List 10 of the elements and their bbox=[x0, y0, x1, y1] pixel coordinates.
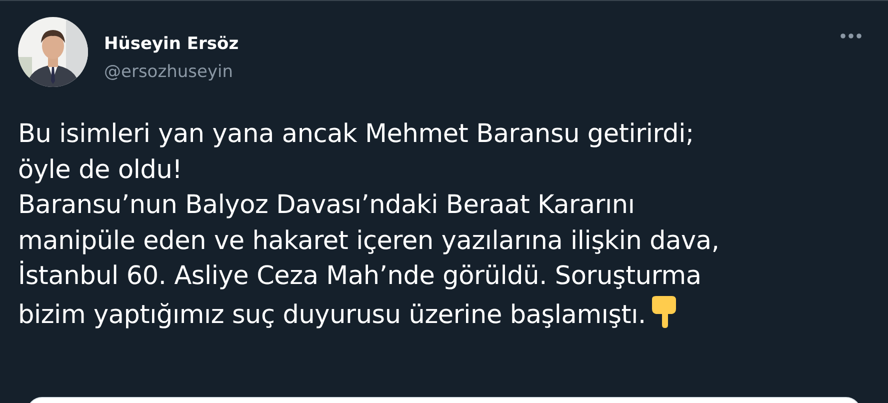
tweet-text-line: öyle de oldu! bbox=[18, 154, 182, 185]
tweet-text-line: bizim yaptığımız suç duyurusu üzerine başlamıştı. bbox=[18, 300, 646, 330]
tweet-text-line: manipüle eden ve hakaret içeren yazılarına ilişkin dava, bbox=[18, 226, 720, 256]
tweet-text-line: Baransu’nun Balyoz Davası’ndaki Beraat Kararını bbox=[18, 190, 635, 220]
more-icon[interactable] bbox=[840, 33, 862, 39]
tweet-text-line: İstanbul 60. Asliye Ceza Mah’nde görüldü. Soruşturma bbox=[18, 261, 702, 292]
hand-pointing-down-icon bbox=[650, 294, 678, 329]
author-name[interactable]: Hüseyin Ersöz bbox=[104, 33, 840, 55]
tweet-text-line: Bu isimleri yan yana ancak Mehmet Baransu getirirdi; bbox=[18, 119, 694, 149]
author-handle[interactable]: @ersozhuseyin bbox=[104, 61, 840, 83]
